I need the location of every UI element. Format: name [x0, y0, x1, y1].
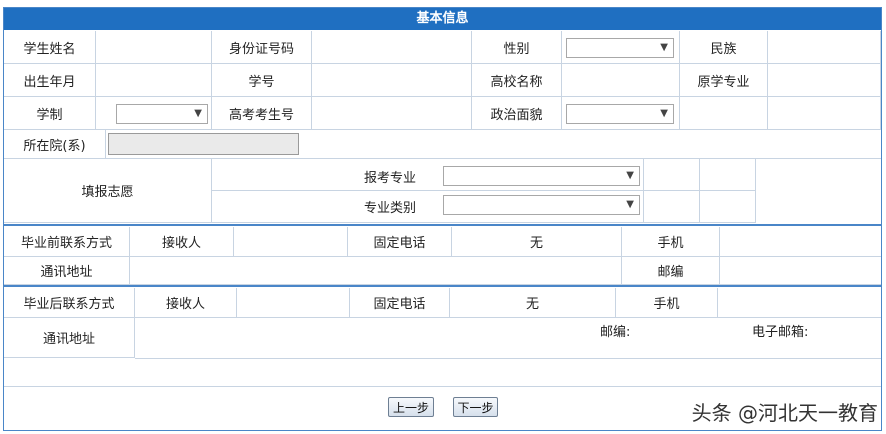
before-mobile-label: 手机 [622, 227, 720, 257]
category-select[interactable]: ▼ [443, 195, 640, 215]
birth-label: 出生年月 [4, 64, 96, 97]
app-cell-a [644, 159, 700, 191]
next-step-button[interactable]: 下一步 [453, 397, 498, 417]
after-receiver-value [237, 288, 350, 318]
college-label: 高校名称 [472, 64, 562, 97]
student-no-label: 学号 [212, 64, 312, 97]
app-cell-d [700, 191, 756, 223]
orig-major-label: 原学专业 [680, 64, 768, 97]
exam-no-label: 高考考生号 [212, 97, 312, 130]
duration-select[interactable]: ▼ [116, 104, 208, 124]
section-title: 基本信息 [4, 8, 881, 30]
before-postcode-value [720, 257, 881, 285]
prev-step-button[interactable]: 上一步 [388, 397, 434, 417]
id-value [312, 31, 472, 64]
app-cell-c [644, 191, 700, 223]
after-receiver-label: 接收人 [135, 288, 237, 318]
after-mobile-label: 手机 [616, 288, 718, 318]
category-label: 专业类别 [364, 201, 417, 216]
before-address-label: 通讯地址 [4, 257, 130, 285]
name-value [96, 31, 212, 64]
gender-select[interactable]: ▼ [566, 38, 674, 58]
after-email-label: 电子邮箱: [752, 325, 809, 340]
before-title: 毕业前联系方式 [4, 227, 130, 257]
section-separator [4, 285, 881, 287]
after-address-label: 通讯地址 [4, 318, 135, 358]
birth-value [96, 64, 212, 97]
chevron-down-icon: ▼ [626, 199, 634, 210]
student-no-value [312, 64, 472, 97]
after-phone-value: 无 [450, 288, 616, 318]
ethnic-value [768, 31, 881, 64]
empty-row [4, 358, 881, 387]
after-mobile-value [718, 288, 881, 318]
before-receiver-value [234, 227, 348, 257]
college-value [562, 64, 680, 97]
after-postcode-label: 邮编: [600, 325, 631, 340]
ethnic-label: 民族 [680, 31, 768, 64]
row3-empty-b [768, 97, 881, 130]
chevron-down-icon: ▼ [194, 108, 202, 119]
before-receiver-label: 接收人 [130, 227, 234, 257]
before-phone-value: 无 [452, 227, 622, 257]
gender-label: 性别 [472, 31, 562, 64]
chevron-down-icon: ▼ [660, 108, 668, 119]
chevron-down-icon: ▼ [626, 170, 634, 181]
major-label: 报考专业 [364, 171, 417, 186]
duration-label: 学制 [4, 97, 96, 130]
row3-empty-a [680, 97, 768, 130]
orig-major-value [768, 64, 881, 97]
section-separator [4, 224, 881, 226]
before-postcode-label: 邮编 [622, 257, 720, 285]
before-mobile-value [720, 227, 881, 257]
dept-label: 所在院(系) [4, 130, 106, 159]
chevron-down-icon: ▼ [660, 42, 668, 53]
after-phone-label: 固定电话 [350, 288, 450, 318]
app-cell-b [700, 159, 756, 191]
name-label: 学生姓名 [4, 31, 96, 64]
major-select[interactable]: ▼ [443, 166, 640, 186]
before-address-value [130, 257, 622, 285]
political-label: 政治面貌 [472, 97, 562, 130]
after-title: 毕业后联系方式 [4, 288, 135, 318]
dept-input[interactable] [108, 133, 299, 155]
application-label: 填报志愿 [4, 159, 212, 223]
political-select[interactable]: ▼ [566, 104, 674, 124]
exam-no-value [312, 97, 472, 130]
id-label: 身份证号码 [212, 31, 312, 64]
before-phone-label: 固定电话 [348, 227, 452, 257]
watermark-text: 头条 @河北天一教育 [691, 401, 878, 425]
